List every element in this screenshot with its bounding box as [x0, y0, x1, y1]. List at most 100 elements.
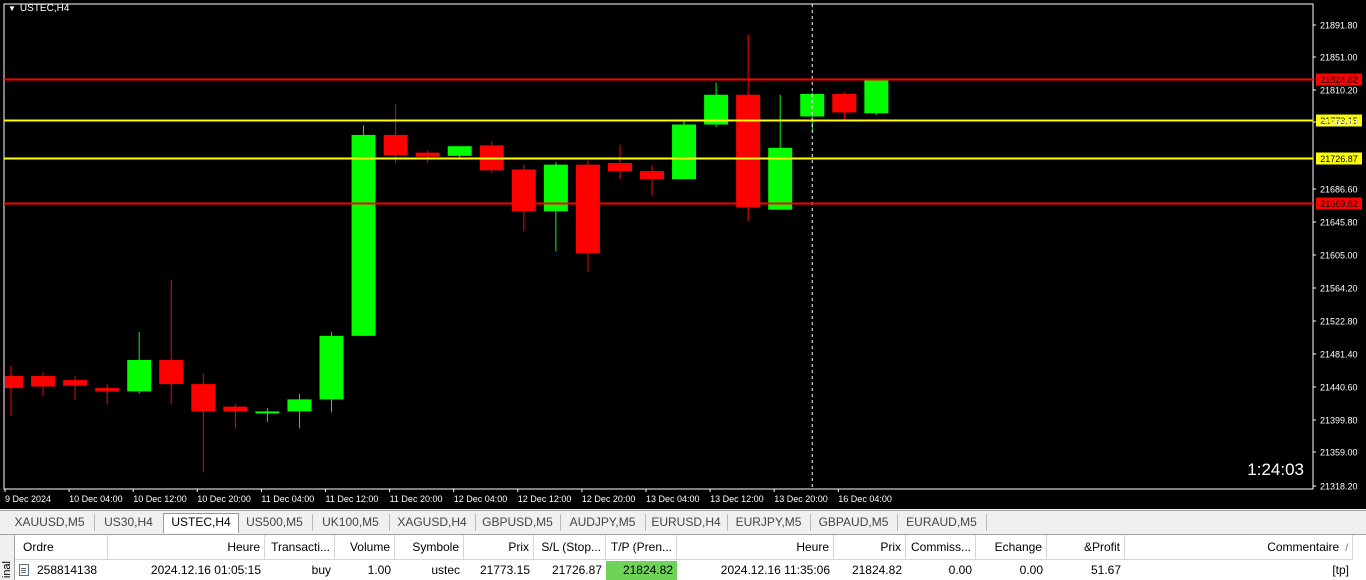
chart-tab[interactable]: AUDJPY,M5 [560, 514, 646, 531]
table-cell-value: 51.67 [1090, 563, 1121, 577]
order-id-cell[interactable]: 258814138 [15, 561, 108, 580]
column-header[interactable]: Heure [677, 535, 834, 560]
chart-tab[interactable]: USTEC,H4 [163, 513, 239, 533]
candle [864, 78, 889, 115]
price-axis-label: 21686.60 [1320, 185, 1358, 195]
table-cell[interactable]: 1.00 [335, 561, 395, 580]
column-header-label: &Profit [1083, 540, 1120, 554]
column-header-label: Heure [796, 540, 829, 554]
price-axis-label: 21399.80 [1320, 416, 1358, 426]
candle-body [223, 406, 248, 412]
chart-tab[interactable]: XAUUSD,M5 [5, 514, 95, 531]
chart-tab[interactable]: XAGUSD,H4 [389, 514, 476, 531]
column-header-label: Transacti... [271, 540, 330, 554]
chart-tab[interactable]: US30,H4 [94, 514, 164, 531]
order-document-icon [19, 564, 29, 576]
time-axis-label: 10 Dec 04:00 [69, 494, 123, 504]
terminal-panel: inal Ordre 258814138 Heure 2024.12.16 01:05… [0, 534, 1366, 580]
candle-body [640, 171, 664, 180]
table-cell[interactable]: 21773.15 [464, 561, 534, 580]
column-header[interactable]: T/P (Pren... [606, 535, 677, 560]
table-cell-value: buy [311, 563, 331, 577]
table-cell[interactable]: 0.00 [976, 561, 1047, 580]
table-cell[interactable]: ustec [395, 561, 464, 580]
table-cell[interactable]: [tp] [1125, 561, 1353, 580]
terminal-side-strip[interactable]: inal [0, 535, 15, 580]
table-cell-value: 21773.15 [479, 563, 530, 577]
candle [63, 376, 88, 401]
chart-tab[interactable]: UK100,M5 [312, 514, 390, 531]
candle [575, 160, 600, 272]
column-header[interactable]: Commiss... [906, 535, 976, 560]
price-axis-label: 21440.60 [1320, 383, 1358, 393]
candle-body [287, 399, 312, 412]
time-axis-label: 11 Dec 04:00 [261, 494, 314, 504]
candle [319, 331, 344, 413]
column-header-label: Commentaire [1267, 540, 1340, 554]
candle [383, 104, 408, 164]
column-header[interactable]: Heure [108, 535, 265, 560]
chart-area[interactable]: 21824.82 21773.15 21726.87 21669.82 21891.80… [0, 0, 1366, 509]
column-header[interactable]: Volume [335, 535, 395, 560]
column-header[interactable]: Transacti... [265, 535, 335, 560]
time-axis-label: 9 Dec 2024 [5, 494, 51, 504]
column-header-label: Commiss... [911, 540, 971, 554]
table-cell-value: 1.00 [367, 563, 391, 577]
price-chart[interactable]: 21824.8221773.1521726.8721669.8221891.80… [0, 0, 1366, 509]
dropdown-triangle-icon[interactable]: ▼ [8, 4, 16, 13]
candle-body [191, 384, 216, 412]
column-header[interactable]: Ordre [15, 535, 108, 560]
column-header[interactable]: Commentaire / [1125, 535, 1353, 560]
price-axis-label: 21769.40 [1320, 118, 1358, 128]
table-cell-value: 21824.82 [851, 563, 902, 577]
candle [768, 94, 793, 210]
table-cell[interactable]: 0.00 [906, 561, 976, 580]
candle [95, 384, 120, 405]
chart-tab[interactable]: GBPAUD,M5 [810, 514, 898, 531]
table-cell[interactable]: 2024.12.16 11:35:06 [677, 561, 834, 580]
table-cell-value: 2024.12.16 01:05:15 [150, 563, 261, 577]
price-axis-label: 21522.80 [1320, 317, 1358, 327]
column-header[interactable]: Echange [976, 535, 1047, 560]
bar-countdown: 1:24:03 [1247, 460, 1304, 479]
column-header-label: Prix [508, 540, 529, 554]
column-header[interactable]: Prix [464, 535, 534, 560]
price-axis-label: 21481.40 [1320, 350, 1358, 360]
candle-body [672, 124, 697, 180]
column-header[interactable]: Prix [834, 535, 906, 560]
column-header[interactable]: S/L (Stop... [534, 535, 606, 560]
time-axis-label: 12 Dec 20:00 [582, 494, 636, 504]
chart-tab[interactable]: EURUSD,H4 [645, 514, 728, 531]
table-cell[interactable]: 51.67 [1047, 561, 1125, 580]
time-axis-label: 12 Dec 12:00 [518, 494, 572, 504]
price-axis-label: 21359.00 [1320, 448, 1358, 458]
chart-tab[interactable]: GBPUSD,M5 [475, 514, 561, 531]
time-axis-label: 13 Dec 12:00 [710, 494, 764, 504]
time-axis-label: 12 Dec 04:00 [454, 494, 508, 504]
table-cell-value: 0.00 [948, 563, 972, 577]
column-header[interactable]: &Profit [1047, 535, 1125, 560]
candle [543, 162, 568, 252]
chart-tab[interactable]: US500,M5 [237, 514, 313, 531]
sort-arrow-icon: / [1345, 543, 1348, 554]
candle [191, 373, 216, 473]
candle [223, 404, 248, 429]
time-axis-label: 10 Dec 20:00 [197, 494, 251, 504]
column-header-label: Heure [227, 540, 260, 554]
candle-body [383, 134, 408, 156]
chart-tab[interactable]: EURJPY,M5 [727, 514, 811, 531]
table-cell[interactable]: 21824.82 [606, 561, 677, 580]
table-cell-value: ustec [431, 563, 460, 577]
table-cell[interactable]: 21726.87 [534, 561, 606, 580]
candle-body [319, 335, 344, 400]
chart-tab[interactable]: EURAUD,M5 [897, 514, 987, 531]
plot-frame [3, 3, 1314, 490]
column-header-label: S/L (Stop... [541, 540, 601, 554]
table-cell[interactable]: 2024.12.16 01:05:15 [108, 561, 265, 580]
candle-body [447, 146, 472, 156]
table-cell[interactable]: buy [265, 561, 335, 580]
candle [5, 365, 23, 417]
candle-body [832, 93, 857, 113]
column-header[interactable]: Symbole [395, 535, 464, 560]
table-cell[interactable]: 21824.82 [834, 561, 906, 580]
